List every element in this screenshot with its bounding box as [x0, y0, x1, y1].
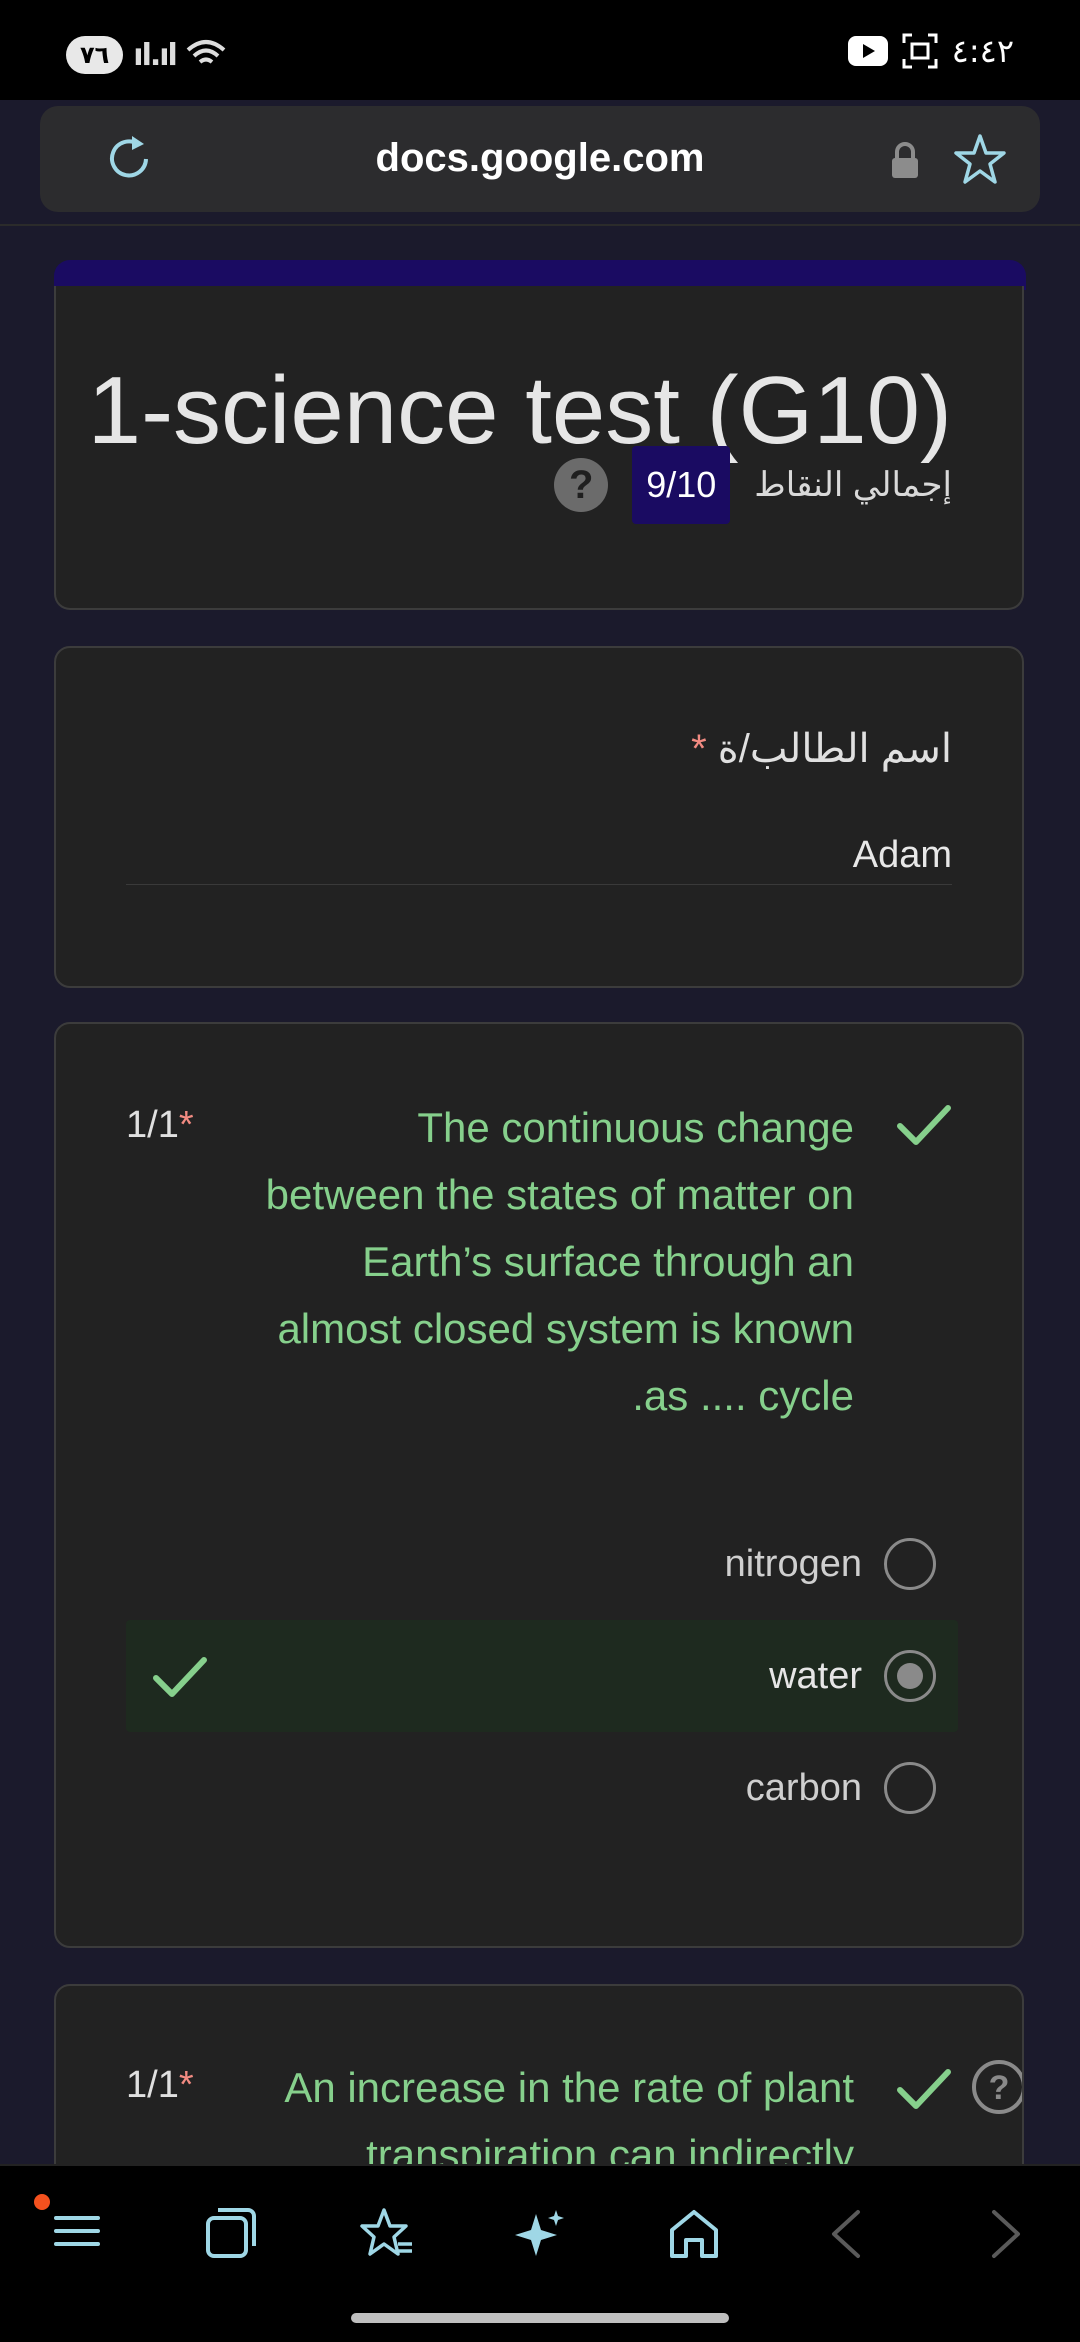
score-row: إجمالي النقاط 9/10 ?: [554, 446, 952, 524]
status-left: ٧٦ ıl.ıl: [66, 36, 226, 74]
option-label: water: [769, 1654, 862, 1697]
option-label: carbon: [745, 1766, 862, 1809]
help-icon[interactable]: ?: [554, 458, 609, 512]
address-bar[interactable]: docs.google.com: [40, 106, 1040, 212]
bookmarks-icon[interactable]: [358, 2206, 416, 2262]
ai-sparkle-icon[interactable]: [512, 2206, 570, 2264]
total-score-label: إجمالي النقاط: [754, 466, 952, 504]
question-line: .as .... cycle: [632, 1372, 854, 1419]
answer-underline: [126, 884, 952, 885]
notification-dot: [34, 2194, 50, 2210]
form-header-card: 1-science test (G10) إجمالي النقاط 9/10 …: [54, 286, 1024, 610]
forward-arrow-icon[interactable]: [986, 2206, 1026, 2262]
screenshot-icon: [902, 33, 938, 69]
question-line: between the states of matter on: [265, 1171, 854, 1218]
name-question-card: اسم الطالب/ة * Adam: [54, 646, 1024, 988]
radio-button-selected[interactable]: [884, 1650, 936, 1702]
question-card: 1/1* The continuous change between the s…: [54, 1022, 1024, 1948]
question-line: Earth’s surface through an: [362, 1238, 854, 1285]
correct-check-icon: [897, 1105, 951, 1145]
question-line: The continuous change: [417, 1104, 854, 1151]
name-answer: Adam: [852, 834, 952, 876]
battery-level: ٧٦: [80, 41, 110, 69]
option-label: nitrogen: [724, 1542, 862, 1585]
bookmark-star-icon[interactable]: [952, 132, 1008, 188]
svg-text:?: ?: [989, 2069, 1010, 2107]
status-right: ٤:٤٢: [847, 32, 1014, 70]
name-question-text: اسم الطالب/ة: [717, 727, 952, 771]
menu-icon[interactable]: [52, 2206, 102, 2256]
signal-icon: ıl.ıl: [133, 37, 178, 73]
total-score-badge: 9/10: [632, 446, 731, 524]
status-bar: ٧٦ ıl.ıl ٤:٤٢: [0, 0, 1080, 100]
radio-button[interactable]: [884, 1538, 936, 1590]
correct-check-icon: [897, 2069, 951, 2109]
toolbar-divider: [0, 224, 1080, 226]
option-nitrogen[interactable]: nitrogen: [126, 1508, 958, 1620]
tabs-icon[interactable]: [204, 2206, 258, 2260]
clock: ٤:٤٢: [951, 32, 1014, 70]
youtube-icon: [847, 36, 888, 66]
help-icon[interactable]: ?: [970, 2058, 1024, 2116]
wifi-icon: [186, 40, 226, 64]
gesture-handle[interactable]: [351, 2313, 729, 2323]
required-mark: *: [691, 727, 707, 771]
option-carbon[interactable]: carbon: [126, 1732, 958, 1844]
option-water[interactable]: water: [126, 1620, 958, 1732]
radio-dot: [897, 1663, 923, 1689]
battery-indicator: ٧٦: [66, 36, 124, 74]
correct-answer-check-icon: [153, 1657, 207, 1697]
home-icon[interactable]: [666, 2206, 722, 2262]
question-line: An increase in the rate of plant: [284, 2064, 854, 2111]
name-question-label: اسم الطالب/ة *: [691, 726, 952, 772]
question-line: almost closed system is known: [277, 1305, 854, 1352]
question-text: The continuous change between the states…: [154, 1094, 854, 1429]
lock-icon: [892, 142, 918, 178]
back-arrow-icon[interactable]: [826, 2206, 866, 2262]
radio-button[interactable]: [884, 1762, 936, 1814]
